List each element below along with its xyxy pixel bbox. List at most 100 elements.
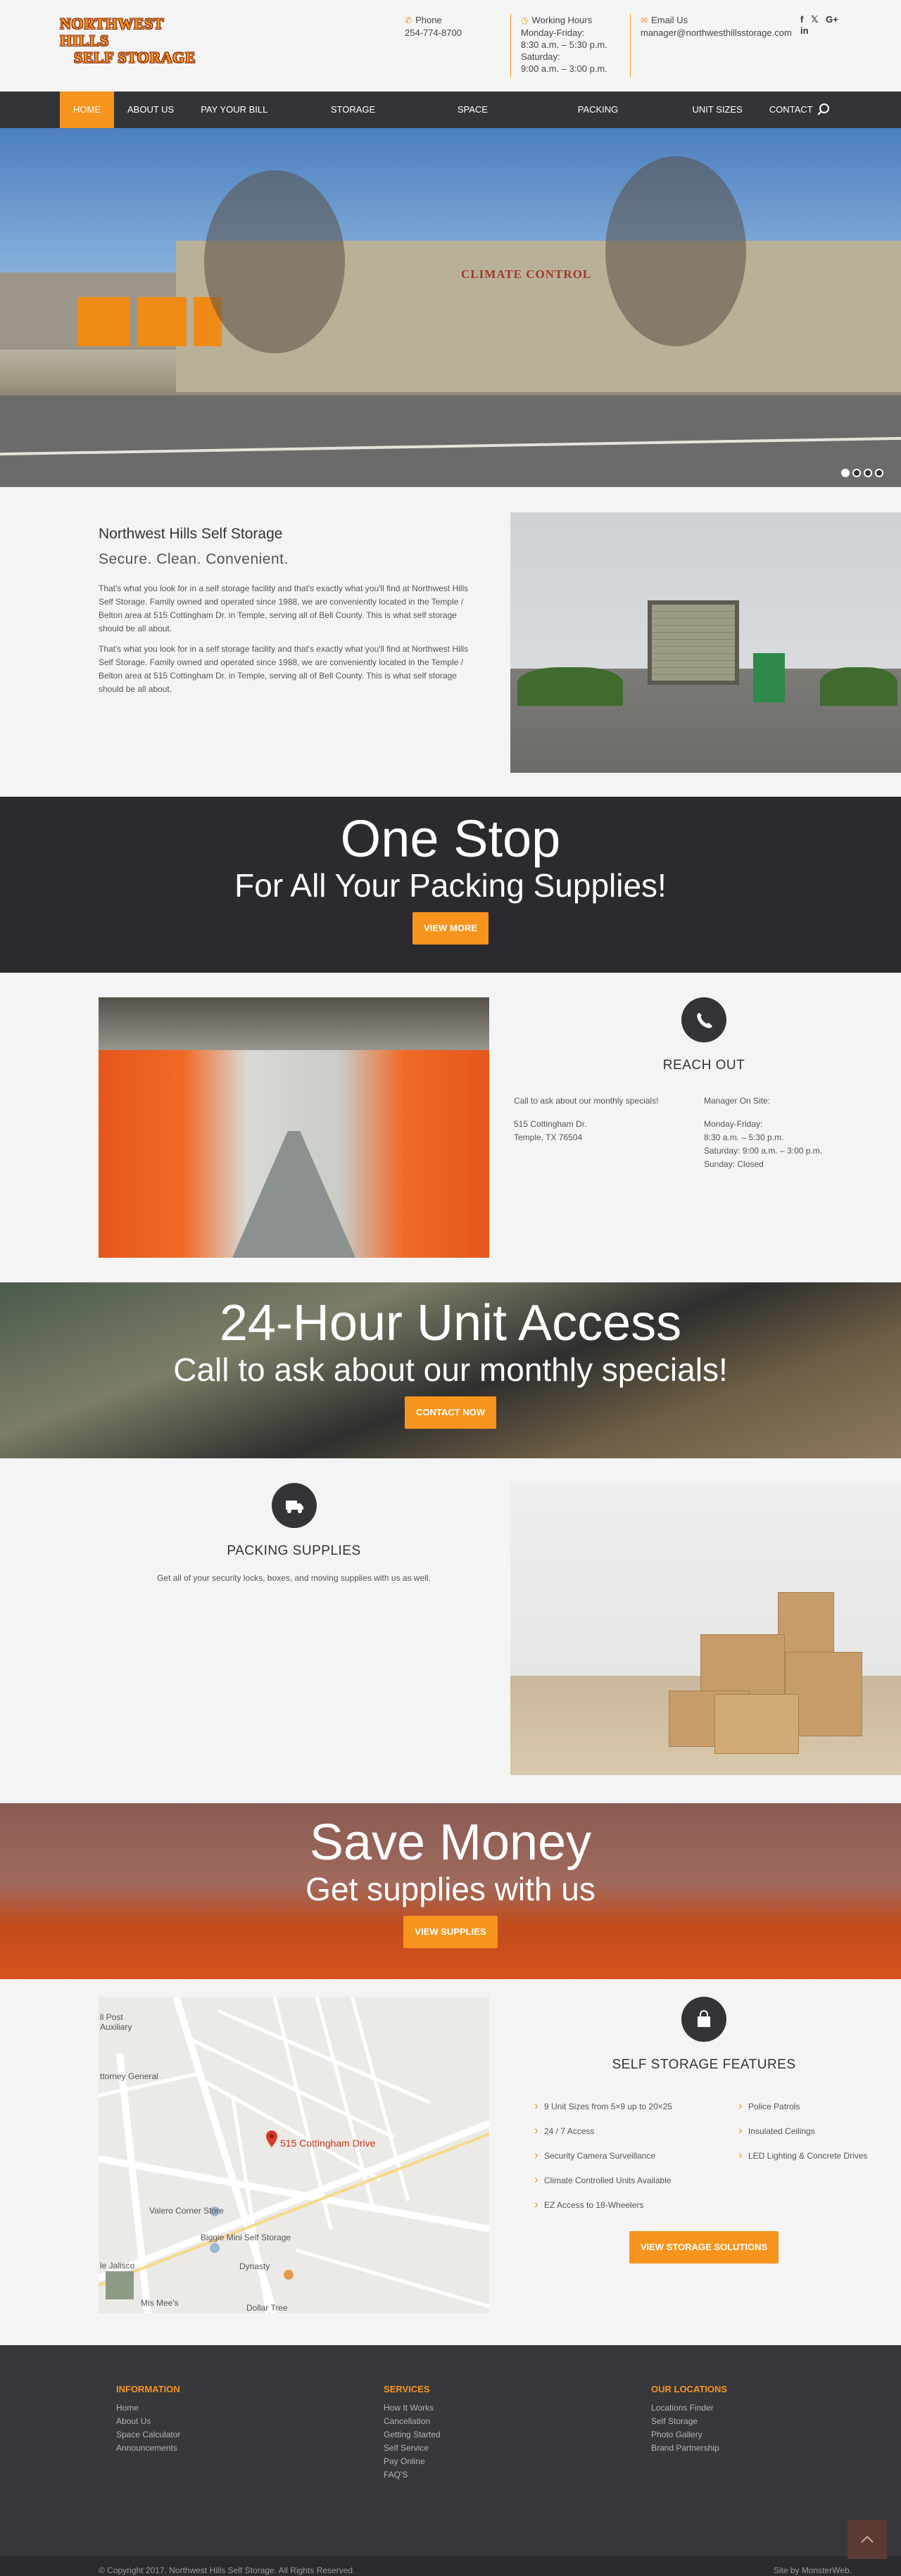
site-credit[interactable]: Site by MonsterWeb. — [774, 2556, 852, 2576]
nav-item-pay-bill[interactable]: PAY YOUR BILL ONLINE — [187, 91, 317, 151]
footer-information: INFORMATION Home About Us Space Calculat… — [116, 2384, 348, 2455]
nav-item-space-calculator[interactable]: SPACE CALCULATOR — [444, 91, 565, 151]
access-banner: 24-Hour Unit Access Call to ask about ou… — [0, 1282, 901, 1458]
feature-item: LED Lighting & Concrete Drives — [736, 2149, 876, 2162]
nav-item-packing-supplies[interactable]: PACKING SUPPLIES — [565, 91, 679, 151]
hero-orange-door — [77, 297, 130, 346]
contact-now-button[interactable]: CONTACT NOW — [405, 1396, 496, 1429]
copyright-text: © Copyright 2017. Northwest Hills Self S… — [99, 2565, 355, 2575]
view-storage-solutions-button[interactable]: VIEW STORAGE SOLUTIONS — [629, 2231, 779, 2264]
open-box — [714, 1694, 799, 1754]
nav-menu: HOME ABOUT US PAY YOUR BILL ONLINE STORA… — [60, 91, 841, 151]
hallway-floor — [232, 1131, 355, 1258]
location-map[interactable]: 515 Cottingham Drive ll Post Auxiliary t… — [99, 1997, 489, 2313]
feature-item: EZ Access to 18-Wheelers — [531, 2198, 736, 2211]
back-to-top-button[interactable] — [848, 2520, 887, 2559]
packing-supplies-text: Get all of your security locks, boxes, a… — [157, 1573, 431, 1583]
footer-link[interactable]: Photo Gallery — [651, 2428, 883, 2442]
about-paragraph: That's what you look for in a self stora… — [99, 644, 469, 694]
clock-icon: ◷ — [521, 15, 529, 25]
map-label: Valero Corner Store — [149, 2206, 224, 2216]
save-money-banner: Save Money Get supplies with us VIEW SUP… — [0, 1803, 901, 1979]
bush — [517, 667, 623, 706]
footer-link[interactable]: Brand Partnership — [651, 2442, 883, 2455]
hours-block: ◷ Working Hours Monday-Friday: 8:30 a.m. … — [510, 14, 607, 77]
footer-locations: OUR LOCATIONS Locations Finder Self Stor… — [651, 2384, 883, 2455]
footer-link[interactable]: Cancellation — [384, 2415, 616, 2428]
footer-link[interactable]: Locations Finder — [651, 2401, 883, 2415]
slider-dot[interactable] — [864, 469, 872, 477]
hero-sign-text: CLIMATE CONTROL — [461, 267, 592, 281]
footer-link[interactable]: Space Calculator — [116, 2428, 348, 2442]
twitter-icon[interactable]: 𝕏 — [811, 14, 818, 25]
phone-label: Phone — [415, 15, 442, 25]
footer-link[interactable]: Announcements — [116, 2442, 348, 2455]
footer-heading: SERVICES — [384, 2384, 430, 2394]
hero-slider: CLIMATE CONTROL — [0, 128, 901, 487]
reach-out-info: REACH OUT Call to ask about our monthly … — [514, 997, 894, 1171]
hours-line: 8:30 a.m. – 5:30 p.m. — [704, 1132, 784, 1142]
hallway-ceiling — [99, 997, 489, 1050]
footer-link[interactable]: How It Works — [384, 2401, 616, 2415]
logo-line-1: NORTHWEST HILLS — [60, 15, 164, 49]
search-icon[interactable] — [817, 103, 831, 117]
google-plus-icon[interactable]: G+ — [826, 14, 838, 25]
map-label: le Jalisco — [100, 2261, 135, 2271]
bush — [820, 667, 897, 706]
view-supplies-button[interactable]: VIEW SUPPLIES — [403, 1916, 498, 1948]
hours-line: Monday-Friday: — [704, 1119, 763, 1129]
packing-supplies-info: PACKING SUPPLIES Get all of your securit… — [99, 1483, 489, 1583]
hero-orange-door — [137, 297, 187, 346]
truck-circle-icon — [271, 1483, 317, 1528]
email-label: Email Us — [651, 15, 688, 25]
phone-circle-icon — [681, 997, 726, 1042]
hero-tree — [204, 170, 345, 353]
footer-link[interactable]: Self Storage — [651, 2415, 883, 2428]
footer-link[interactable]: Home — [116, 2401, 348, 2415]
slider-dot[interactable] — [841, 469, 850, 477]
phone-icon: ✆ — [405, 15, 412, 25]
nav-item-storage-solutions[interactable]: STORAGE SOLUTIONS — [317, 91, 444, 151]
map-pin-label: 515 Cottingham Drive — [280, 2138, 376, 2149]
banner-subtitle: For All Your Packing Supplies! — [234, 867, 667, 904]
features-info: SELF STORAGE FEATURES 9 Unit Sizes from … — [514, 1997, 894, 2264]
social-links: f 𝕏 G+ in — [795, 14, 841, 36]
slider-dot[interactable] — [875, 469, 883, 477]
footer-link[interactable]: About Us — [116, 2415, 348, 2428]
map-label: Auxiliary — [100, 2022, 132, 2032]
hours-line: 8:30 a.m. – 5:30 p.m. — [521, 39, 607, 50]
map-pin-icon[interactable] — [265, 2130, 278, 2147]
hours-line: 9:00 a.m. – 3:00 p.m. — [521, 63, 607, 74]
footer-link[interactable]: Self Service — [384, 2442, 616, 2455]
hours-label: Working Hours — [531, 15, 593, 25]
footer-heading: OUR LOCATIONS — [651, 2384, 728, 2394]
storage-hallway-photo — [99, 997, 489, 1258]
banner-title: One Stop — [340, 809, 561, 868]
facebook-icon[interactable]: f — [800, 14, 803, 25]
phone-number[interactable]: 254-774-8700 — [405, 27, 462, 39]
linkedin-icon[interactable]: in — [800, 25, 809, 36]
top-bar: NORTHWEST HILLS SELF STORAGE ✆ Phone 254-… — [0, 0, 901, 91]
view-more-button[interactable]: VIEW MORE — [412, 912, 489, 945]
site-logo[interactable]: NORTHWEST HILLS SELF STORAGE — [60, 15, 208, 66]
packing-supplies-section: PACKING SUPPLIES Get all of your securit… — [0, 1458, 901, 1803]
feature-item: 9 Unit Sizes from 5×9 up to 20×25 — [531, 2100, 736, 2113]
address-line: Temple, TX 76504 — [514, 1132, 583, 1142]
map-label: Biggie Mini Self Storage — [201, 2233, 291, 2242]
nav-item-home[interactable]: HOME — [60, 91, 114, 128]
map-label: ttorney General — [100, 2071, 158, 2081]
nav-item-about-us[interactable]: ABOUT US — [114, 91, 187, 128]
footer-link[interactable]: Pay Online — [384, 2455, 616, 2468]
feature-item: Police Patrols — [736, 2100, 876, 2113]
logo-line-2: SELF STORAGE — [74, 49, 196, 66]
hours-line: Monday-Friday: — [521, 27, 585, 38]
footer-link[interactable]: FAQ'S — [384, 2468, 616, 2482]
nav-item-unit-sizes[interactable]: UNIT SIZES — [679, 91, 755, 128]
box — [778, 1592, 834, 1659]
manager-label: Manager On Site: — [704, 1096, 771, 1106]
banner-subtitle: Call to ask about our monthly specials! — [173, 1351, 728, 1388]
footer: INFORMATION Home About Us Space Calculat… — [0, 2345, 901, 2556]
email-address[interactable]: manager@northwesthillsstorage.com — [641, 27, 792, 39]
footer-link[interactable]: Getting Started — [384, 2428, 616, 2442]
slider-dot[interactable] — [852, 469, 861, 477]
